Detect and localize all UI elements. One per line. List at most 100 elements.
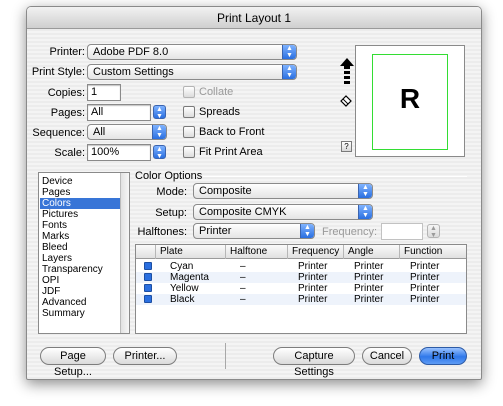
mode-value: Composite — [199, 185, 252, 197]
popup-arrows-icon: ▲ ▼ — [282, 65, 296, 79]
halftones-popup[interactable]: Printer ▲ ▼ — [193, 223, 315, 239]
print-button[interactable]: Print — [419, 347, 467, 365]
plate-halftone: – — [240, 283, 246, 294]
category-item-jdf[interactable]: JDF — [40, 286, 120, 297]
category-item-device[interactable]: Device — [40, 176, 120, 187]
popup-arrows-icon: ▲ ▼ — [152, 125, 166, 139]
plate-checkbox[interactable] — [144, 295, 152, 303]
table-row[interactable]: Black – Printer Printer Printer — [136, 294, 466, 305]
popup-arrows-icon: ▲ ▼ — [282, 45, 296, 59]
category-item-summary[interactable]: Summary — [40, 308, 120, 319]
back-to-front-label: Back to Front — [199, 126, 265, 138]
mode-label: Mode: — [156, 186, 187, 198]
scale-dropdown-button[interactable]: ▲ ▼ — [153, 145, 166, 160]
column-header-function[interactable]: Function — [400, 245, 467, 259]
category-item-pictures[interactable]: Pictures — [40, 209, 120, 220]
plates-table: Plate Halftone Frequency Angle Function … — [135, 244, 467, 334]
setup-value: Composite CMYK — [199, 206, 287, 218]
plate-angle: Printer — [354, 294, 384, 305]
halftones-value: Printer — [199, 225, 232, 237]
capture-settings-button[interactable]: Capture Settings — [273, 347, 355, 378]
sequence-value: All — [93, 126, 106, 138]
plate-halftone: – — [240, 272, 246, 283]
pages-field[interactable]: All — [87, 104, 151, 121]
page-setup-button[interactable]: Page Setup... — [40, 347, 106, 378]
color-options-title: Color Options — [135, 170, 203, 182]
column-header-frequency[interactable]: Frequency — [288, 245, 344, 259]
sequence-popup[interactable]: All ▲ ▼ — [87, 124, 167, 140]
plates-table-header: Plate Halftone Frequency Angle Function — [136, 245, 466, 259]
plate-frequency: Printer — [298, 272, 328, 283]
popup-arrows-icon: ▲ ▼ — [300, 224, 314, 238]
pages-label: Pages: — [50, 107, 85, 119]
collate-checkbox[interactable] — [183, 86, 195, 98]
printer-button[interactable]: Printer... — [113, 347, 177, 365]
plate-frequency: Printer — [298, 294, 328, 305]
category-item-layers[interactable]: Layers — [40, 253, 120, 264]
print-style-popup[interactable]: Custom Settings ▲ ▼ — [87, 64, 297, 80]
table-row[interactable]: Magenta – Printer Printer Printer — [136, 272, 466, 283]
collate-label: Collate — [199, 86, 234, 98]
category-item-pages[interactable]: Pages — [40, 187, 120, 198]
print-dialog-window: Print Layout 1 Printer: Adobe PDF 8.0 ▲ ▼… — [26, 6, 482, 380]
plate-angle: Printer — [354, 261, 384, 272]
sequence-label: Sequence: — [32, 127, 85, 139]
scale-field[interactable]: 100% — [87, 144, 151, 161]
plate-frequency: Printer — [298, 283, 328, 294]
plate-angle: Printer — [354, 283, 384, 294]
plate-angle: Printer — [354, 272, 384, 283]
printer-label: Printer: — [49, 46, 85, 58]
fit-print-area-checkbox[interactable] — [183, 146, 195, 158]
fit-print-area-label: Fit Print Area — [199, 146, 263, 158]
plate-function: Printer — [410, 294, 440, 305]
copies-field[interactable]: 1 — [87, 84, 121, 101]
column-header-angle[interactable]: Angle — [344, 245, 400, 259]
category-item-bleed[interactable]: Bleed — [40, 242, 120, 253]
printer-value: Adobe PDF 8.0 — [93, 46, 169, 58]
section-separator — [203, 176, 467, 177]
category-item-marks[interactable]: Marks — [40, 231, 120, 242]
column-header-plate[interactable]: Plate — [156, 245, 226, 259]
category-list-scrollbar[interactable] — [120, 173, 129, 333]
setup-label: Setup: — [155, 207, 187, 219]
plate-checkbox[interactable] — [144, 262, 152, 270]
button-group-divider — [225, 343, 226, 369]
print-style-label: Print Style: — [31, 66, 85, 78]
copies-label: Copies: — [47, 87, 85, 99]
spreads-checkbox[interactable] — [183, 106, 195, 118]
page-preview: R — [355, 45, 465, 157]
table-row[interactable]: Yellow – Printer Printer Printer — [136, 283, 466, 294]
table-row[interactable]: Cyan – Printer Printer Printer — [136, 261, 466, 272]
check-column-header — [136, 245, 156, 259]
feed-direction-arrow-icon — [340, 58, 354, 84]
plate-name: Magenta — [170, 272, 209, 283]
column-header-halftone[interactable]: Halftone — [226, 245, 288, 259]
plate-name: Yellow — [170, 283, 199, 294]
page-flip-icon[interactable] — [338, 93, 354, 109]
plate-checkbox[interactable] — [144, 284, 152, 292]
plate-function: Printer — [410, 283, 440, 294]
frequency-stepper[interactable]: ▲ ▼ — [427, 224, 440, 239]
plate-name: Black — [170, 294, 195, 305]
back-to-front-checkbox[interactable] — [183, 126, 195, 138]
help-button[interactable]: ? — [341, 141, 352, 152]
preview-page: R — [372, 54, 448, 150]
printer-popup[interactable]: Adobe PDF 8.0 ▲ ▼ — [87, 44, 297, 60]
plate-checkbox[interactable] — [144, 273, 152, 281]
preview-page-letter: R — [399, 83, 421, 114]
cancel-button[interactable]: Cancel — [362, 347, 412, 365]
category-item-colors[interactable]: Colors — [40, 198, 120, 209]
settings-category-list[interactable]: Device Pages Colors Pictures Fonts Marks Bleed… — [38, 172, 130, 334]
category-item-opi[interactable]: OPI — [40, 275, 120, 286]
category-item-transparency[interactable]: Transparency — [40, 264, 120, 275]
plate-function: Printer — [410, 272, 440, 283]
mode-popup[interactable]: Composite ▲ ▼ — [193, 183, 373, 199]
category-item-advanced[interactable]: Advanced — [40, 297, 120, 308]
frequency-label: Frequency: — [321, 226, 377, 238]
category-item-fonts[interactable]: Fonts — [40, 220, 120, 231]
pages-dropdown-button[interactable]: ▲ ▼ — [153, 105, 166, 120]
setup-popup[interactable]: Composite CMYK ▲ ▼ — [193, 204, 373, 220]
plate-name: Cyan — [170, 261, 194, 272]
frequency-field[interactable] — [381, 223, 423, 240]
plate-frequency: Printer — [298, 261, 328, 272]
